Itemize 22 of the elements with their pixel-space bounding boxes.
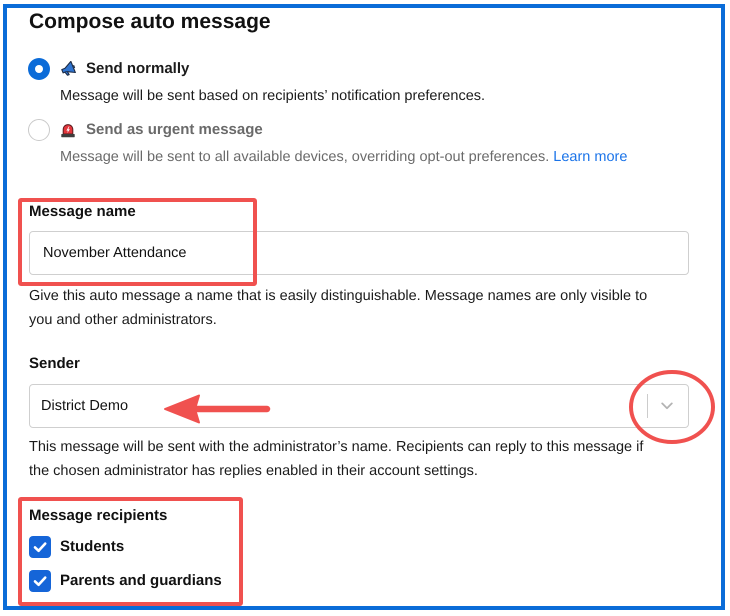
learn-more-link[interactable]: Learn more xyxy=(553,149,628,165)
form-title: Compose auto message xyxy=(29,9,271,35)
siren-icon xyxy=(60,122,76,138)
checkbox[interactable] xyxy=(29,536,51,558)
option-description: Message will be sent based on recipients’ notification preferences. xyxy=(60,87,486,106)
option-label: Send as urgent message xyxy=(86,120,263,140)
field-label: Sender xyxy=(29,354,80,374)
checkbox-label: Parents and guardians xyxy=(60,571,222,591)
name-input[interactable]: November Attendance xyxy=(29,231,689,275)
checkbox-label: Students xyxy=(60,537,124,557)
sender-dropdown[interactable]: District Demo xyxy=(29,384,689,428)
option-label: Send normally xyxy=(86,59,190,79)
radio-button[interactable] xyxy=(28,58,50,80)
megaphone-icon xyxy=(60,61,76,77)
option-description: Message will be sent to all available devices, overriding opt-out preferences. Learn more xyxy=(60,148,628,167)
chevron-down-icon xyxy=(661,402,673,410)
help-text: This message will be sent with the administrator’s name. Recipients can reply to this message if the chosen administrator has replies enabled in their account settings. xyxy=(29,438,644,481)
field-label: Message name xyxy=(29,202,136,222)
help-text: Give this auto message a name that is easily distinguishable. Message names are only visible to you and other administrators. xyxy=(29,287,648,330)
group-label: Message recipients xyxy=(29,506,168,526)
checkbox[interactable] xyxy=(29,570,51,592)
radio-button[interactable] xyxy=(28,119,50,141)
